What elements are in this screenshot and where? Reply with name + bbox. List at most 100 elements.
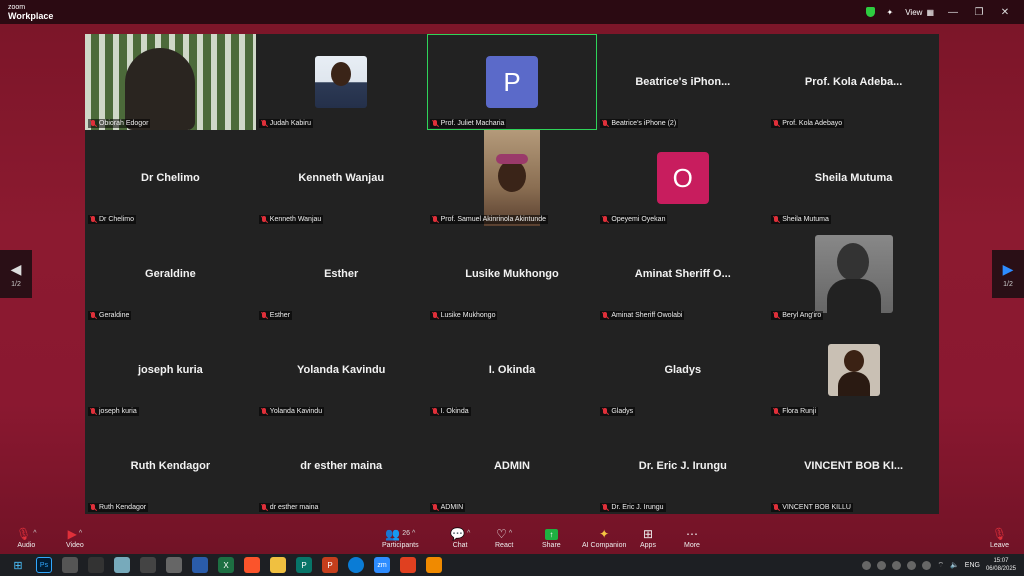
participant-tile[interactable]: ADMIN ADMIN xyxy=(426,418,598,514)
video-button[interactable]: ▶ ^ Video xyxy=(66,526,84,549)
chevron-up-icon[interactable]: ^ xyxy=(33,526,36,542)
participant-tile[interactable]: dr esther maina dr esther maina xyxy=(255,418,427,514)
app-icon[interactable] xyxy=(88,557,104,573)
participant-video xyxy=(85,34,256,130)
participant-tile[interactable]: Gladys Gladys xyxy=(597,322,769,418)
participant-tile[interactable]: Esther Esther xyxy=(255,226,427,322)
previous-page-button[interactable]: ◀ 1/2 xyxy=(0,250,32,298)
participant-tile[interactable]: Aminat Sheriff O... Aminat Sheriff Owolab… xyxy=(597,226,769,322)
participant-name-label: Prof. Kola Adebayo xyxy=(771,119,845,128)
brave-browser-icon[interactable] xyxy=(244,557,260,573)
vlc-icon[interactable] xyxy=(426,557,442,573)
participant-tile[interactable]: VINCENT BOB KI... VINCENT BOB KILLU xyxy=(768,418,939,514)
tray-icon[interactable] xyxy=(907,560,917,570)
participant-name: Flora Runji xyxy=(782,408,817,415)
participant-tile[interactable]: Geraldine Geraldine xyxy=(85,226,256,322)
tray-icon[interactable] xyxy=(922,560,932,570)
close-icon[interactable]: ✕ xyxy=(998,7,1012,18)
participant-name-label: Ruth Kendagor xyxy=(88,503,149,512)
clock[interactable]: 15:07 06/08/2025 xyxy=(986,557,1016,573)
mic-muted-icon: 🎙 xyxy=(16,527,32,541)
app-icon[interactable] xyxy=(400,557,416,573)
minimize-icon[interactable]: — xyxy=(946,7,960,18)
participant-tile[interactable]: O Opeyemi Oyekan xyxy=(597,130,769,226)
react-button[interactable]: ♡ ^ React xyxy=(495,526,513,549)
participant-name-label: Beryl Ang'iro xyxy=(771,311,824,320)
wifi-icon[interactable]: ⌔ xyxy=(937,561,944,570)
audio-button[interactable]: 🎙 ^ Audio xyxy=(16,526,37,549)
mic-muted-icon xyxy=(773,120,779,127)
share-button[interactable]: ↑ Share xyxy=(542,526,561,549)
participant-tile[interactable]: Kenneth Wanjau Kenneth Wanjau xyxy=(255,130,427,226)
participant-tile[interactable]: joseph kuria joseph kuria xyxy=(85,322,256,418)
language-indicator[interactable]: ENG xyxy=(965,562,980,569)
ai-companion-button[interactable]: ✦ AI Companion xyxy=(582,526,626,549)
participant-photo xyxy=(827,344,880,396)
app-icon[interactable] xyxy=(114,557,130,573)
participant-name: Judah Kabiru xyxy=(269,120,312,127)
chevron-up-icon[interactable]: ^ xyxy=(509,526,512,542)
publisher-icon[interactable]: P xyxy=(296,557,312,573)
participant-tile[interactable]: Dr. Eric J. Irungu Dr. Eric J. Irungu xyxy=(597,418,769,514)
participant-tile[interactable]: Sheila Mutuma Sheila Mutuma xyxy=(768,130,939,226)
volume-icon[interactable]: 🔈 xyxy=(950,561,959,569)
chevron-up-icon[interactable]: ^ xyxy=(467,526,470,542)
restore-icon[interactable]: ❐ xyxy=(972,7,986,18)
participant-tile[interactable]: I. Okinda I. Okinda xyxy=(426,322,598,418)
next-page-button[interactable]: ▶ 1/2 xyxy=(992,250,1024,298)
participant-tile[interactable]: Prof. Kola Adeba... Prof. Kola Adebayo xyxy=(768,34,939,130)
calculator-icon[interactable] xyxy=(140,557,156,573)
encryption-shield-icon[interactable] xyxy=(865,7,875,17)
page-indicator-left: 1/2 xyxy=(11,280,21,288)
more-button[interactable]: ⋯ More xyxy=(684,526,700,549)
view-label: View xyxy=(905,7,923,17)
participant-name-label: Opeyemi Oyekan xyxy=(600,215,668,224)
app-icon[interactable] xyxy=(166,557,182,573)
edge-browser-icon[interactable] xyxy=(348,557,364,573)
participant-tile[interactable]: Judah Kabiru xyxy=(255,34,427,130)
leave-label: Leave xyxy=(990,542,1010,549)
participant-name-label: Beatrice's iPhone (2) xyxy=(600,119,679,128)
participant-display-name: Dr. Eric J. Irungu xyxy=(638,460,727,472)
tray-icon[interactable] xyxy=(877,560,887,570)
participants-button[interactable]: 👥 26 ^ Participants xyxy=(382,526,419,549)
participant-tile[interactable]: Beryl Ang'iro xyxy=(768,226,939,322)
zoom-app-icon[interactable]: zm xyxy=(374,557,390,573)
title-bar: zoom Workplace ✦ View ▦ — ❐ ✕ xyxy=(0,0,1024,24)
app-icon[interactable] xyxy=(62,557,78,573)
chevron-up-icon[interactable]: ^ xyxy=(79,526,82,542)
participant-tile[interactable]: Prof. Samuel Akinrinola Akintunde xyxy=(426,130,598,226)
participant-tile[interactable]: Obiorah Edogor xyxy=(85,34,256,130)
tray-icon[interactable] xyxy=(862,560,872,570)
participant-name-label: Prof. Samuel Akinrinola Akintunde xyxy=(429,215,549,224)
participant-tile[interactable]: Dr Chelimo Dr Chelimo xyxy=(85,130,256,226)
leave-button[interactable]: 🎙 Leave xyxy=(990,526,1009,549)
view-button[interactable]: View ▦ xyxy=(905,8,934,17)
participant-tile[interactable]: Flora Runji xyxy=(768,322,939,418)
participant-name: Beryl Ang'iro xyxy=(782,312,822,319)
participant-display-name: Gladys xyxy=(664,364,702,376)
participant-tile[interactable]: Yolanda Kavindu Yolanda Kavindu xyxy=(255,322,427,418)
mic-muted-icon xyxy=(432,120,438,127)
system-tray: ⌔ 🔈 ENG 15:07 06/08/2025 xyxy=(862,557,1016,573)
participant-tile[interactable]: Lusike Mukhongo Lusike Mukhongo xyxy=(426,226,598,322)
tray-icon[interactable] xyxy=(892,560,902,570)
app-icon[interactable] xyxy=(192,557,208,573)
sparkle-icon[interactable]: ✦ xyxy=(887,8,894,17)
participant-name-label: Lusike Mukhongo xyxy=(429,311,498,320)
chat-bubble-icon: 💬 xyxy=(450,527,465,541)
chat-button[interactable]: 💬 ^ Chat xyxy=(450,526,470,549)
windows-start-icon[interactable]: ⊞ xyxy=(10,557,26,573)
participant-display-name: Yolanda Kavindu xyxy=(296,364,386,376)
participant-tile[interactable]: P Prof. Juliet Macharia xyxy=(426,34,598,130)
participant-tile[interactable]: Beatrice's iPhon... Beatrice's iPhone (2) xyxy=(597,34,769,130)
chevron-up-icon[interactable]: ^ xyxy=(412,526,415,542)
participant-tile[interactable]: Ruth Kendagor Ruth Kendagor xyxy=(85,418,256,514)
file-explorer-icon[interactable] xyxy=(270,557,286,573)
apps-button[interactable]: ⊞ Apps xyxy=(640,526,656,549)
participant-name-label: Flora Runji xyxy=(771,407,819,416)
powerpoint-icon[interactable]: P xyxy=(322,557,338,573)
excel-icon[interactable]: X xyxy=(218,557,234,573)
participant-name-label: dr esther maina xyxy=(258,503,321,512)
photoshop-icon[interactable]: Ps xyxy=(36,557,52,573)
